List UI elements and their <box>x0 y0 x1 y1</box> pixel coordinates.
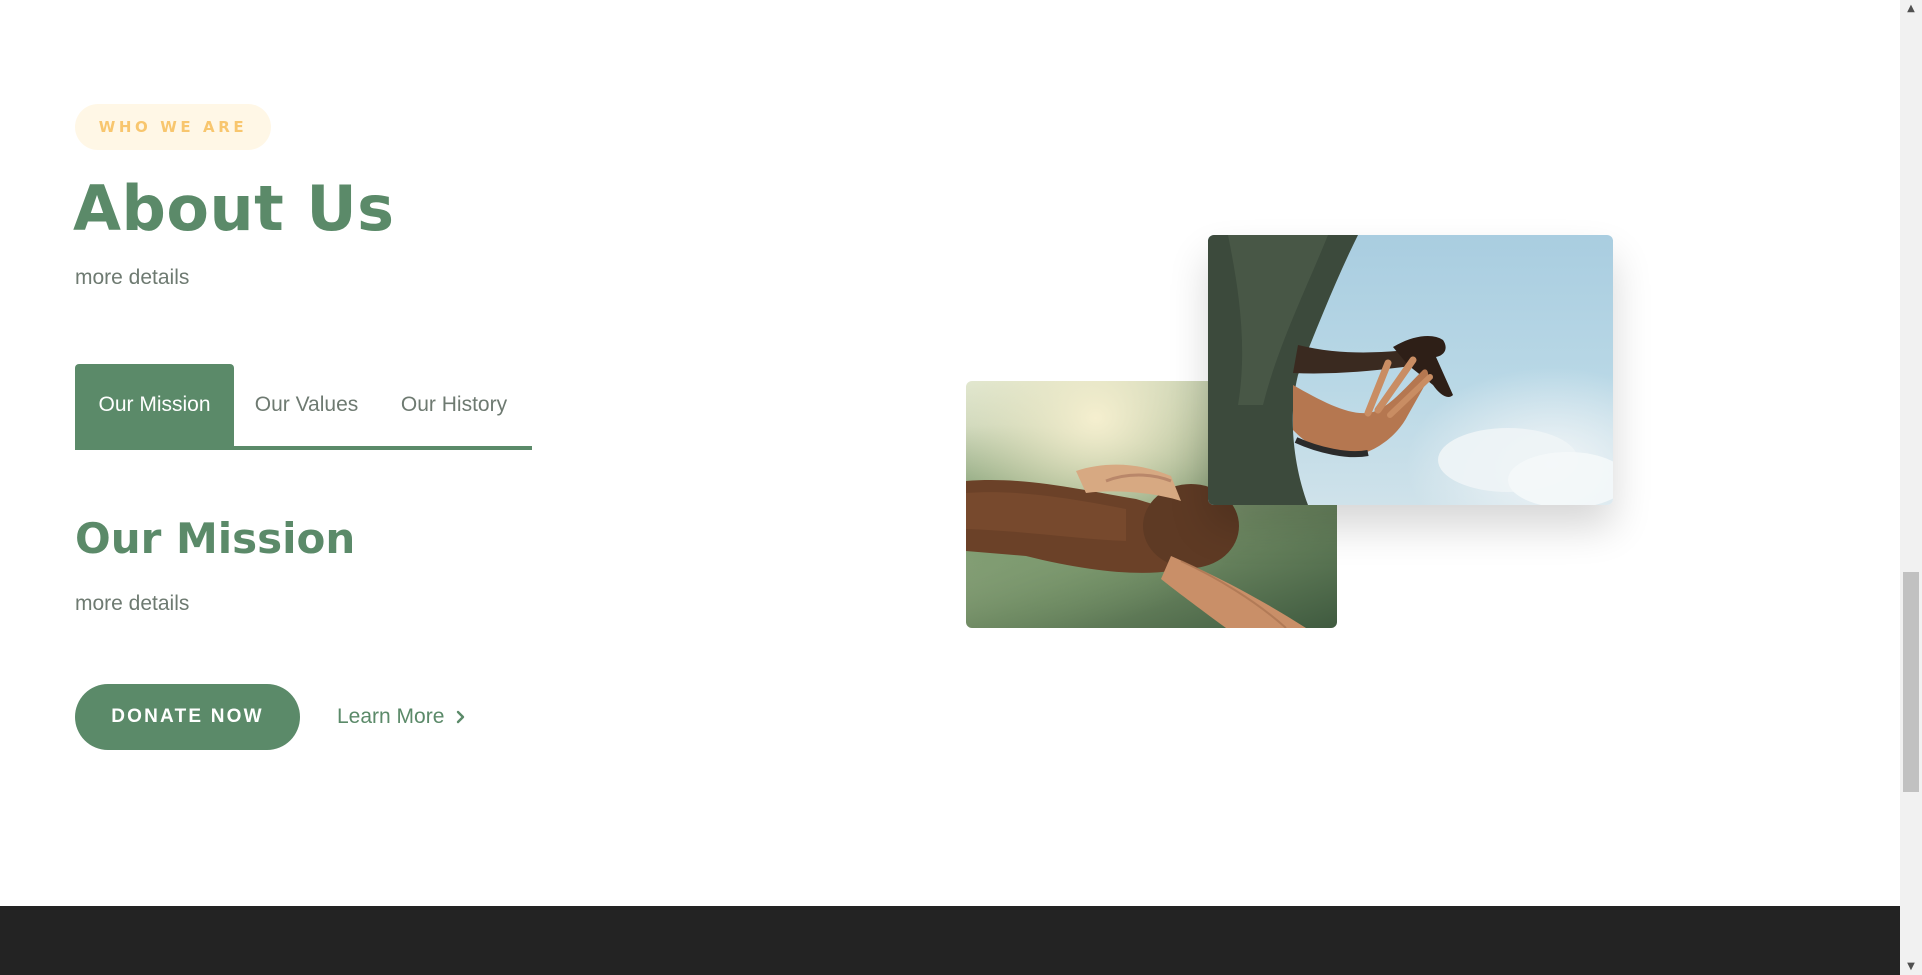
scroll-thumb[interactable] <box>1903 572 1919 792</box>
reaching-hands-photo <box>1208 235 1613 505</box>
learn-more-link[interactable]: Learn More <box>337 700 468 734</box>
donate-now-label: DONATE NOW <box>111 706 264 727</box>
section-eyebrow-badge: WHO WE ARE <box>75 104 271 150</box>
tab-our-history[interactable]: Our History <box>379 364 529 446</box>
about-tabs: Our Mission Our Values Our History <box>75 364 532 450</box>
scroll-up-arrow-icon[interactable]: ▲ <box>1900 0 1922 17</box>
tab-our-mission[interactable]: Our Mission <box>75 364 234 446</box>
page-title: About Us <box>73 172 395 245</box>
tab-panel-text: more details <box>75 592 190 615</box>
learn-more-label: Learn More <box>337 705 445 728</box>
reaching-hands-illustration <box>1208 235 1613 505</box>
donate-now-button[interactable]: DONATE NOW <box>75 684 300 750</box>
tab-panel-title: Our Mission <box>75 514 356 563</box>
eyebrow-text: WHO WE ARE <box>98 118 248 136</box>
footer-band <box>0 906 1900 975</box>
page-subtitle: more details <box>75 266 190 289</box>
page: WHO WE ARE About Us more details Our Mis… <box>0 0 1900 975</box>
scroll-down-arrow-icon[interactable]: ▼ <box>1900 958 1922 975</box>
tab-our-values[interactable]: Our Values <box>234 364 379 446</box>
chevron-right-icon <box>457 710 465 724</box>
vertical-scrollbar[interactable]: ▲ ▼ <box>1900 0 1922 975</box>
